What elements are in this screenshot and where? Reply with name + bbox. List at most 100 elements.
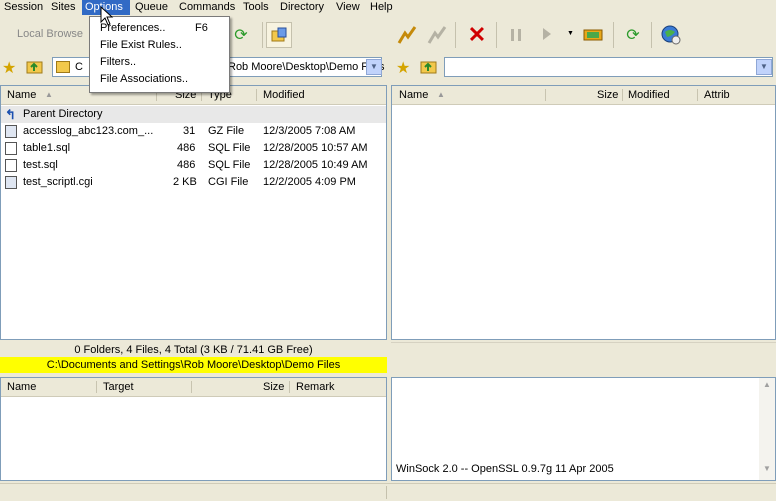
cgi-file-icon xyxy=(5,176,17,189)
file-type: GZ File xyxy=(208,125,245,137)
scroll-down-icon[interactable]: ▼ xyxy=(761,464,773,476)
remote-favorites-star-icon[interactable]: ★ xyxy=(396,58,416,78)
col-modified[interactable]: Modified xyxy=(628,86,670,104)
local-status-path: C:\Documents and Settings\Rob Moore\Desk… xyxy=(0,357,387,373)
site-manager-icon[interactable] xyxy=(659,23,683,47)
local-browse-button[interactable]: Local Browse xyxy=(17,28,83,40)
menu-queue[interactable]: Queue xyxy=(132,0,171,15)
mouse-cursor-icon xyxy=(100,5,114,29)
folder-icon xyxy=(56,61,70,73)
file-name: test.sql xyxy=(23,159,58,171)
col-target[interactable]: Target xyxy=(103,378,134,396)
up-arrow-icon: ↰ xyxy=(5,107,16,122)
file-modified: 12/28/2005 10:49 AM xyxy=(263,159,368,171)
connect-icon[interactable] xyxy=(395,23,419,47)
col-name[interactable]: Name xyxy=(7,86,36,104)
col-sep xyxy=(697,89,698,101)
menu-item-filters[interactable]: Filters.. xyxy=(100,54,136,70)
menu-commands[interactable]: Commands xyxy=(176,0,238,15)
sort-arrow-icon: ▲ xyxy=(45,90,53,99)
file-size: 486 xyxy=(177,142,196,154)
menu-sites[interactable]: Sites xyxy=(48,0,78,15)
file-modified: 12/3/2005 7:08 AM xyxy=(263,125,356,137)
table-row[interactable]: test.sql 486 SQL File 12/28/2005 10:49 A… xyxy=(1,157,386,174)
remote-status xyxy=(391,342,776,374)
remote-up-folder-icon[interactable] xyxy=(420,58,440,78)
file-type: SQL File xyxy=(208,142,251,154)
remote-file-list: Name ▲ Size Modified Attrib xyxy=(391,85,776,340)
col-remark[interactable]: Remark xyxy=(296,378,335,396)
remote-list-header: Name ▲ Size Modified Attrib xyxy=(392,86,775,105)
toolbar-divider xyxy=(651,22,652,48)
disconnect-icon[interactable] xyxy=(425,23,449,47)
toolbar-divider xyxy=(455,22,456,48)
queue-header: Name Target Size Remark xyxy=(1,378,386,397)
menu-bar: Session Sites Options Queue Commands Too… xyxy=(0,0,776,16)
bottom-status-bar xyxy=(0,483,776,501)
sql-file-icon xyxy=(5,142,17,155)
table-row[interactable]: accesslog_abc123.com_... 31 GZ File 12/3… xyxy=(1,123,386,140)
local-path-prefix: C xyxy=(75,61,83,73)
remote-refresh-icon[interactable]: ⟳ xyxy=(621,23,645,47)
file-type: CGI File xyxy=(208,176,249,188)
file-name: test_scriptl.cgi xyxy=(23,176,93,188)
menu-item-file-exist-rules[interactable]: File Exist Rules.. xyxy=(100,37,182,53)
chevron-down-icon[interactable]: ▼ xyxy=(366,59,382,75)
shortcut-preferences: F6 xyxy=(195,22,208,34)
status-divider xyxy=(386,486,387,499)
remote-toolbar: ✕ ▼ ⟳ xyxy=(391,18,776,52)
favorites-star-icon[interactable]: ★ xyxy=(2,58,22,78)
folder-view-icon[interactable] xyxy=(266,22,292,48)
toolbar-divider xyxy=(262,22,263,48)
file-size: 2 KB xyxy=(173,176,197,188)
toolbar-divider xyxy=(613,22,614,48)
sync-browse-icon[interactable] xyxy=(581,23,605,47)
log-scrollbar[interactable]: ▲ ▼ xyxy=(759,378,775,480)
file-type: SQL File xyxy=(208,159,251,171)
transfer-queue: Name Target Size Remark xyxy=(0,377,387,481)
parent-directory-label: Parent Directory xyxy=(23,108,103,120)
col-attrib[interactable]: Attrib xyxy=(704,86,730,104)
refresh-icon[interactable]: ⟳ xyxy=(229,23,253,47)
up-folder-icon[interactable] xyxy=(26,58,46,78)
menu-help[interactable]: Help xyxy=(367,0,396,15)
parent-directory-row[interactable]: ↰ Parent Directory xyxy=(1,106,386,123)
col-sep xyxy=(622,89,623,101)
abort-icon[interactable]: ✕ xyxy=(465,22,489,47)
pause-icon[interactable] xyxy=(504,23,528,47)
menu-view[interactable]: View xyxy=(333,0,363,15)
sort-arrow-icon: ▲ xyxy=(437,90,445,99)
chevron-down-icon[interactable]: ▼ xyxy=(567,30,574,37)
file-name: table1.sql xyxy=(23,142,71,154)
local-path-text: Rob Moore\Desktop\Demo Files xyxy=(228,61,385,73)
file-modified: 12/28/2005 10:57 AM xyxy=(263,142,368,154)
sql-file-icon xyxy=(5,159,17,172)
menu-session[interactable]: Session xyxy=(1,0,46,15)
col-size[interactable]: Size xyxy=(597,86,618,104)
remote-path-combo[interactable]: ▼ xyxy=(444,57,773,77)
menu-item-file-associations[interactable]: File Associations.. xyxy=(100,71,188,87)
col-sep xyxy=(289,381,290,393)
scroll-up-icon[interactable]: ▲ xyxy=(761,380,773,392)
menu-tools[interactable]: Tools xyxy=(240,0,272,15)
chevron-down-icon[interactable]: ▼ xyxy=(756,59,772,75)
menu-directory[interactable]: Directory xyxy=(277,0,327,15)
log-panel: WinSock 2.0 -- OpenSSL 0.9.7g 11 Apr 200… xyxy=(391,377,776,481)
table-row[interactable]: test_scriptl.cgi 2 KB CGI File 12/2/2005… xyxy=(1,174,386,191)
col-name[interactable]: Name xyxy=(7,378,36,396)
play-icon[interactable] xyxy=(535,23,559,47)
local-status-summary: 0 Folders, 4 Files, 4 Total (3 KB / 71.4… xyxy=(74,344,313,356)
file-size: 31 xyxy=(183,125,196,137)
table-row[interactable]: table1.sql 486 SQL File 12/28/2005 10:57… xyxy=(1,140,386,157)
col-sep xyxy=(191,381,192,393)
local-file-list: Name ▲ Size Type Modified ↰ Parent Direc… xyxy=(0,85,387,340)
file-name: accesslog_abc123.com_... xyxy=(23,125,154,137)
gz-file-icon xyxy=(5,125,17,138)
file-size: 486 xyxy=(177,159,196,171)
col-name[interactable]: Name xyxy=(399,86,428,104)
col-sep xyxy=(545,89,546,101)
col-sep xyxy=(256,89,257,101)
col-size[interactable]: Size xyxy=(263,378,284,396)
col-modified[interactable]: Modified xyxy=(263,86,305,104)
col-sep xyxy=(96,381,97,393)
